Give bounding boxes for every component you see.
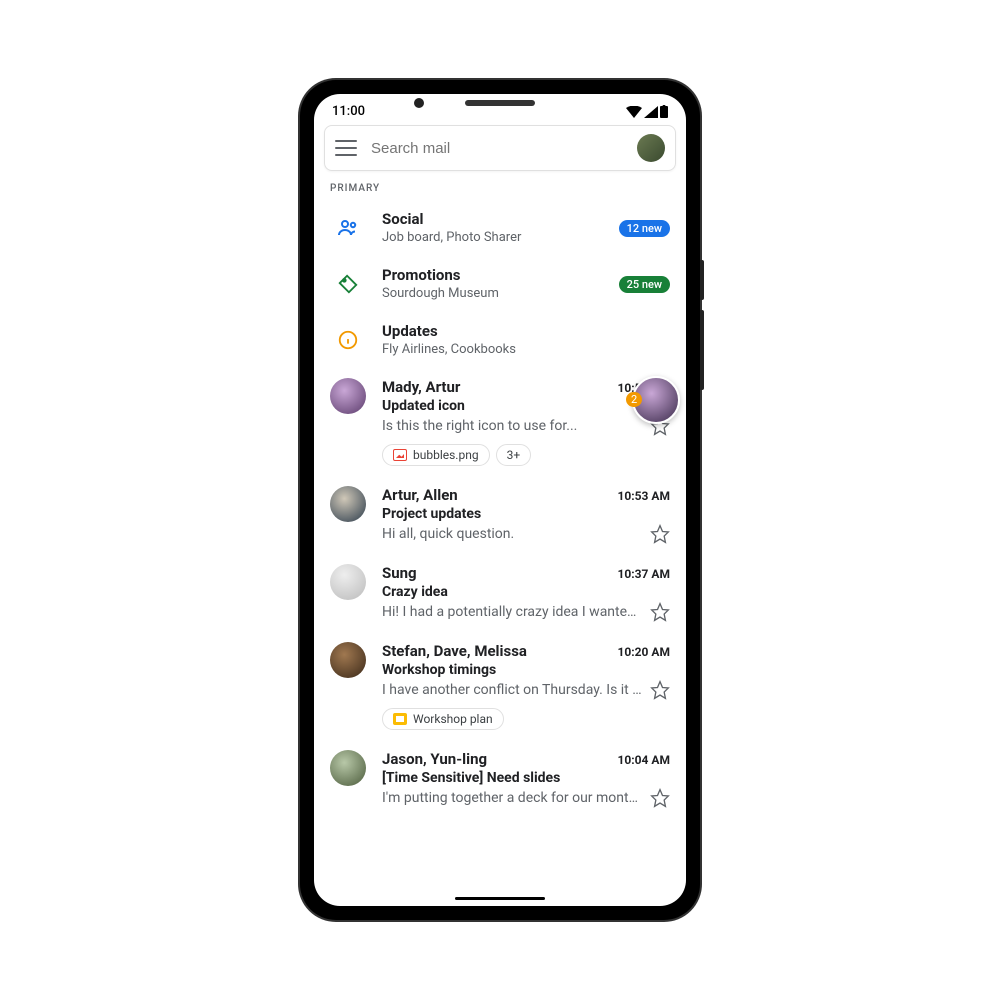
email-subject: Crazy idea <box>382 584 670 600</box>
email-row[interactable]: Sung 10:37 AM Crazy idea Hi! I had a pot… <box>314 554 686 632</box>
attachment-chip[interactable]: Workshop plan <box>382 708 504 730</box>
chat-head-avatar[interactable]: 2 <box>632 376 680 424</box>
email-preview: Hi! I had a potentially crazy idea I wan… <box>382 604 642 620</box>
tag-icon <box>330 266 366 302</box>
email-preview: I have another conflict on Thursday. Is … <box>382 682 642 698</box>
front-camera <box>414 98 424 108</box>
status-icons <box>626 105 668 118</box>
sender-avatar <box>330 750 366 786</box>
signal-icon <box>644 106 658 118</box>
category-updates[interactable]: Updates Fly Airlines, Cookbooks <box>314 312 686 368</box>
email-sender: Stefan, Dave, Melissa <box>382 642 527 660</box>
email-time: 10:53 AM <box>618 489 670 503</box>
email-preview: Hi all, quick question. <box>382 526 642 542</box>
email-subject: Project updates <box>382 506 670 522</box>
email-row[interactable]: Artur, Allen 10:53 AM Project updates Hi… <box>314 476 686 554</box>
email-subject: Workshop timings <box>382 662 670 678</box>
category-social[interactable]: Social Job board, Photo Sharer 12 new <box>314 200 686 256</box>
category-sub: Sourdough Museum <box>382 286 619 301</box>
sender-avatar <box>330 642 366 678</box>
email-sender: Sung <box>382 564 417 582</box>
chip-label: bubbles.png <box>413 448 479 462</box>
section-label: PRIMARY <box>314 179 686 200</box>
profile-avatar[interactable] <box>637 134 665 162</box>
sender-avatar <box>330 378 366 414</box>
category-promotions[interactable]: Promotions Sourdough Museum 25 new <box>314 256 686 312</box>
email-preview: I'm putting together a deck for our mont… <box>382 790 642 806</box>
email-sender: Jason, Yun-ling <box>382 750 487 768</box>
people-icon <box>330 210 366 246</box>
star-icon[interactable] <box>650 602 670 622</box>
chip-label: Workshop plan <box>413 712 493 726</box>
chip-label: 3+ <box>507 448 521 462</box>
category-title: Social <box>382 210 619 228</box>
email-row[interactable]: Stefan, Dave, Melissa 10:20 AM Workshop … <box>314 632 686 740</box>
email-preview: Is this the right icon to use for... <box>382 418 642 434</box>
attachment-chip[interactable]: bubbles.png <box>382 444 490 466</box>
category-sub: Job board, Photo Sharer <box>382 230 619 245</box>
category-title: Updates <box>382 322 670 340</box>
hamburger-icon[interactable] <box>335 140 357 156</box>
email-sender: Artur, Allen <box>382 486 458 504</box>
badge: 25 new <box>619 276 670 293</box>
search-input[interactable] <box>371 140 637 157</box>
attachment-more-chip[interactable]: 3+ <box>496 444 532 466</box>
category-sub: Fly Airlines, Cookbooks <box>382 342 670 357</box>
status-time: 11:00 <box>332 104 365 119</box>
speaker-notch <box>465 100 535 106</box>
email-time: 10:04 AM <box>618 753 670 767</box>
email-row[interactable]: Jason, Yun-ling 10:04 AM [Time Sensitive… <box>314 740 686 818</box>
category-title: Promotions <box>382 266 619 284</box>
badge: 12 new <box>619 220 670 237</box>
email-row[interactable]: Mady, Artur 10:55 AM Updated icon Is thi… <box>314 368 686 476</box>
phone-frame: 11:00 PRIMARY <box>300 80 700 920</box>
chat-head-badge: 2 <box>626 392 642 407</box>
email-sender: Mady, Artur <box>382 378 460 396</box>
screen: 11:00 PRIMARY <box>314 94 686 906</box>
search-bar[interactable] <box>324 125 676 171</box>
image-icon <box>393 449 407 461</box>
info-icon <box>330 322 366 358</box>
volume-button <box>700 310 704 390</box>
battery-icon <box>660 105 668 118</box>
power-button <box>700 260 704 300</box>
star-icon[interactable] <box>650 680 670 700</box>
inbox-list[interactable]: Social Job board, Photo Sharer 12 new Pr… <box>314 200 686 906</box>
email-time: 10:20 AM <box>618 645 670 659</box>
star-icon[interactable] <box>650 524 670 544</box>
wifi-icon <box>626 106 642 118</box>
sender-avatar <box>330 564 366 600</box>
email-subject: [Time Sensitive] Need slides <box>382 770 670 786</box>
slides-icon <box>393 713 407 725</box>
status-bar: 11:00 <box>314 94 686 123</box>
star-icon[interactable] <box>650 788 670 808</box>
email-time: 10:37 AM <box>618 567 670 581</box>
home-indicator[interactable] <box>455 897 545 900</box>
sender-avatar <box>330 486 366 522</box>
